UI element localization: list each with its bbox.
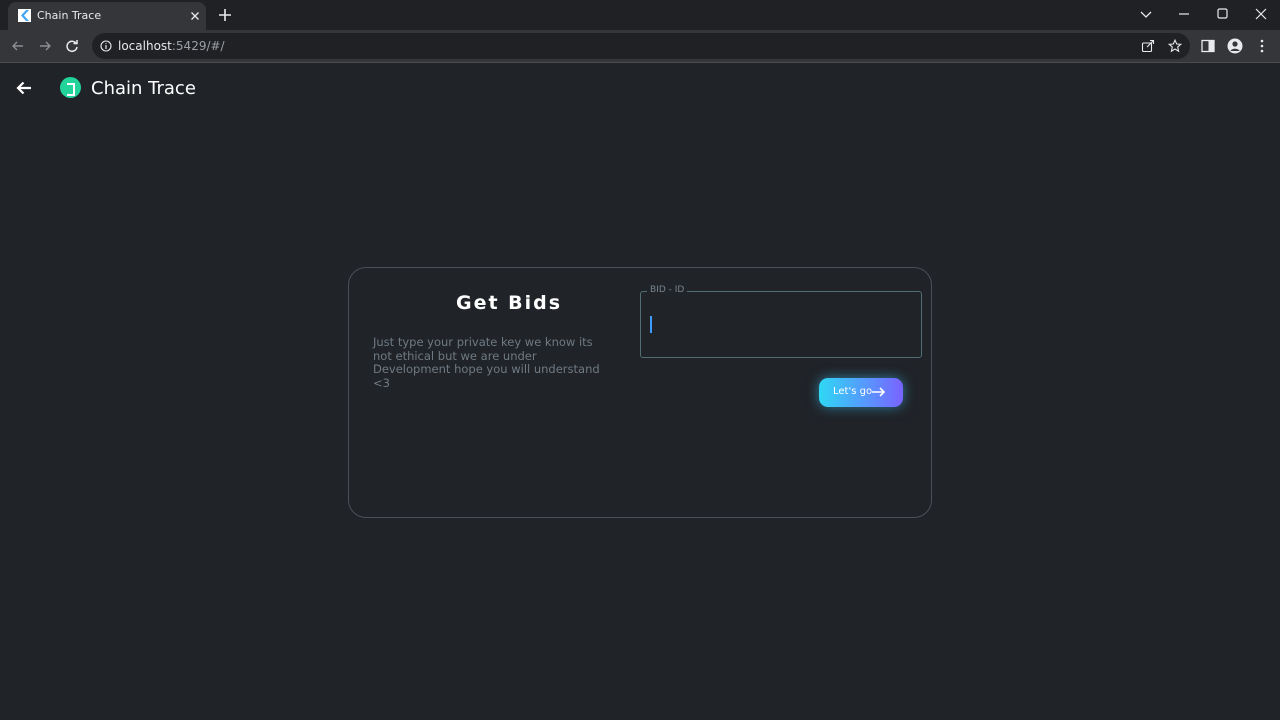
card-title: Get Bids <box>456 292 563 314</box>
app-title: Chain Trace <box>91 78 196 99</box>
text-caret <box>650 316 652 333</box>
app-bar: Chain Trace <box>0 63 1280 113</box>
tab-search-icon[interactable] <box>1135 4 1157 24</box>
browser-menu-icon[interactable] <box>1254 38 1270 54</box>
browser-tab[interactable]: Chain Trace <box>8 2 206 30</box>
app-logo-icon <box>60 77 81 98</box>
bookmark-star-icon[interactable] <box>1168 39 1182 53</box>
url-host: localhost <box>118 39 172 53</box>
maximize-icon[interactable] <box>1211 4 1233 24</box>
share-icon[interactable] <box>1141 39 1155 53</box>
profile-avatar-icon[interactable] <box>1227 38 1243 54</box>
address-bar[interactable]: localhost:5429/#/ <box>92 33 1190 59</box>
bid-id-input[interactable] <box>649 312 909 334</box>
flutter-favicon-icon <box>18 9 31 22</box>
card-description: Just type your private key we know its n… <box>373 335 600 390</box>
browser-toolbar: localhost:5429/#/ <box>0 30 1280 62</box>
new-tab-icon[interactable] <box>216 6 234 24</box>
site-info-icon[interactable] <box>100 40 112 52</box>
tab-title: Chain Trace <box>37 9 102 22</box>
lets-go-label: Let's go <box>833 386 873 397</box>
arrow-right-icon <box>872 387 886 397</box>
close-window-icon[interactable] <box>1250 4 1272 24</box>
url-path: :5429/#/ <box>171 39 225 53</box>
close-tab-icon[interactable] <box>188 9 202 23</box>
browser-back-icon[interactable] <box>10 38 26 54</box>
back-arrow-icon[interactable] <box>14 78 34 98</box>
url-text: localhost:5429/#/ <box>118 39 225 53</box>
bid-id-field[interactable]: BID - ID <box>640 285 922 358</box>
browser-tab-strip: Chain Trace <box>0 0 1280 30</box>
side-panel-icon[interactable] <box>1200 38 1216 54</box>
reload-icon[interactable] <box>64 38 80 54</box>
minimize-icon[interactable] <box>1173 4 1195 24</box>
lets-go-button[interactable]: Let's go <box>819 378 903 407</box>
get-bids-card: Get Bids Just type your private key we k… <box>348 267 932 518</box>
browser-forward-icon[interactable] <box>37 38 53 54</box>
bid-id-label: BID - ID <box>647 285 688 295</box>
